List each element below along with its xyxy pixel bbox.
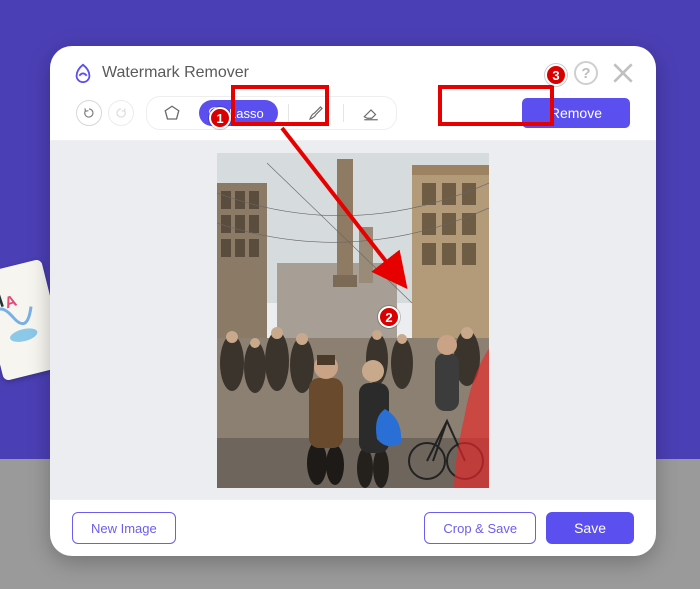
help-button[interactable]: ? [574, 61, 598, 85]
separator [288, 104, 289, 122]
new-image-button[interactable]: New Image [72, 512, 176, 544]
lasso-label: Lasso [229, 106, 264, 121]
watermark-remover-panel: Watermark Remover ? [50, 46, 656, 556]
lasso-tool-button[interactable]: Lasso [199, 100, 278, 126]
working-image [217, 153, 489, 488]
footer-bar: New Image Crop & Save Save [50, 500, 656, 556]
brush-tool-icon[interactable] [299, 100, 333, 126]
toolbar: Lasso Remove [50, 92, 656, 140]
title-bar: Watermark Remover ? [50, 46, 656, 92]
redo-button[interactable] [108, 100, 134, 126]
eraser-tool-icon[interactable] [354, 100, 388, 126]
history-group [76, 100, 134, 126]
separator [343, 104, 344, 122]
lasso-icon [207, 105, 223, 121]
image-canvas[interactable] [50, 140, 656, 500]
remove-button[interactable]: Remove [522, 98, 630, 128]
close-button[interactable] [610, 60, 636, 86]
lasso-selection-overlay [399, 303, 489, 488]
brand-icon [72, 62, 94, 84]
crop-and-save-button[interactable]: Crop & Save [424, 512, 536, 544]
polygon-tool-icon[interactable] [155, 100, 189, 126]
undo-button[interactable] [76, 100, 102, 126]
tool-group: Lasso [146, 96, 397, 130]
app-title: Watermark Remover [102, 64, 249, 82]
save-button[interactable]: Save [546, 512, 634, 544]
